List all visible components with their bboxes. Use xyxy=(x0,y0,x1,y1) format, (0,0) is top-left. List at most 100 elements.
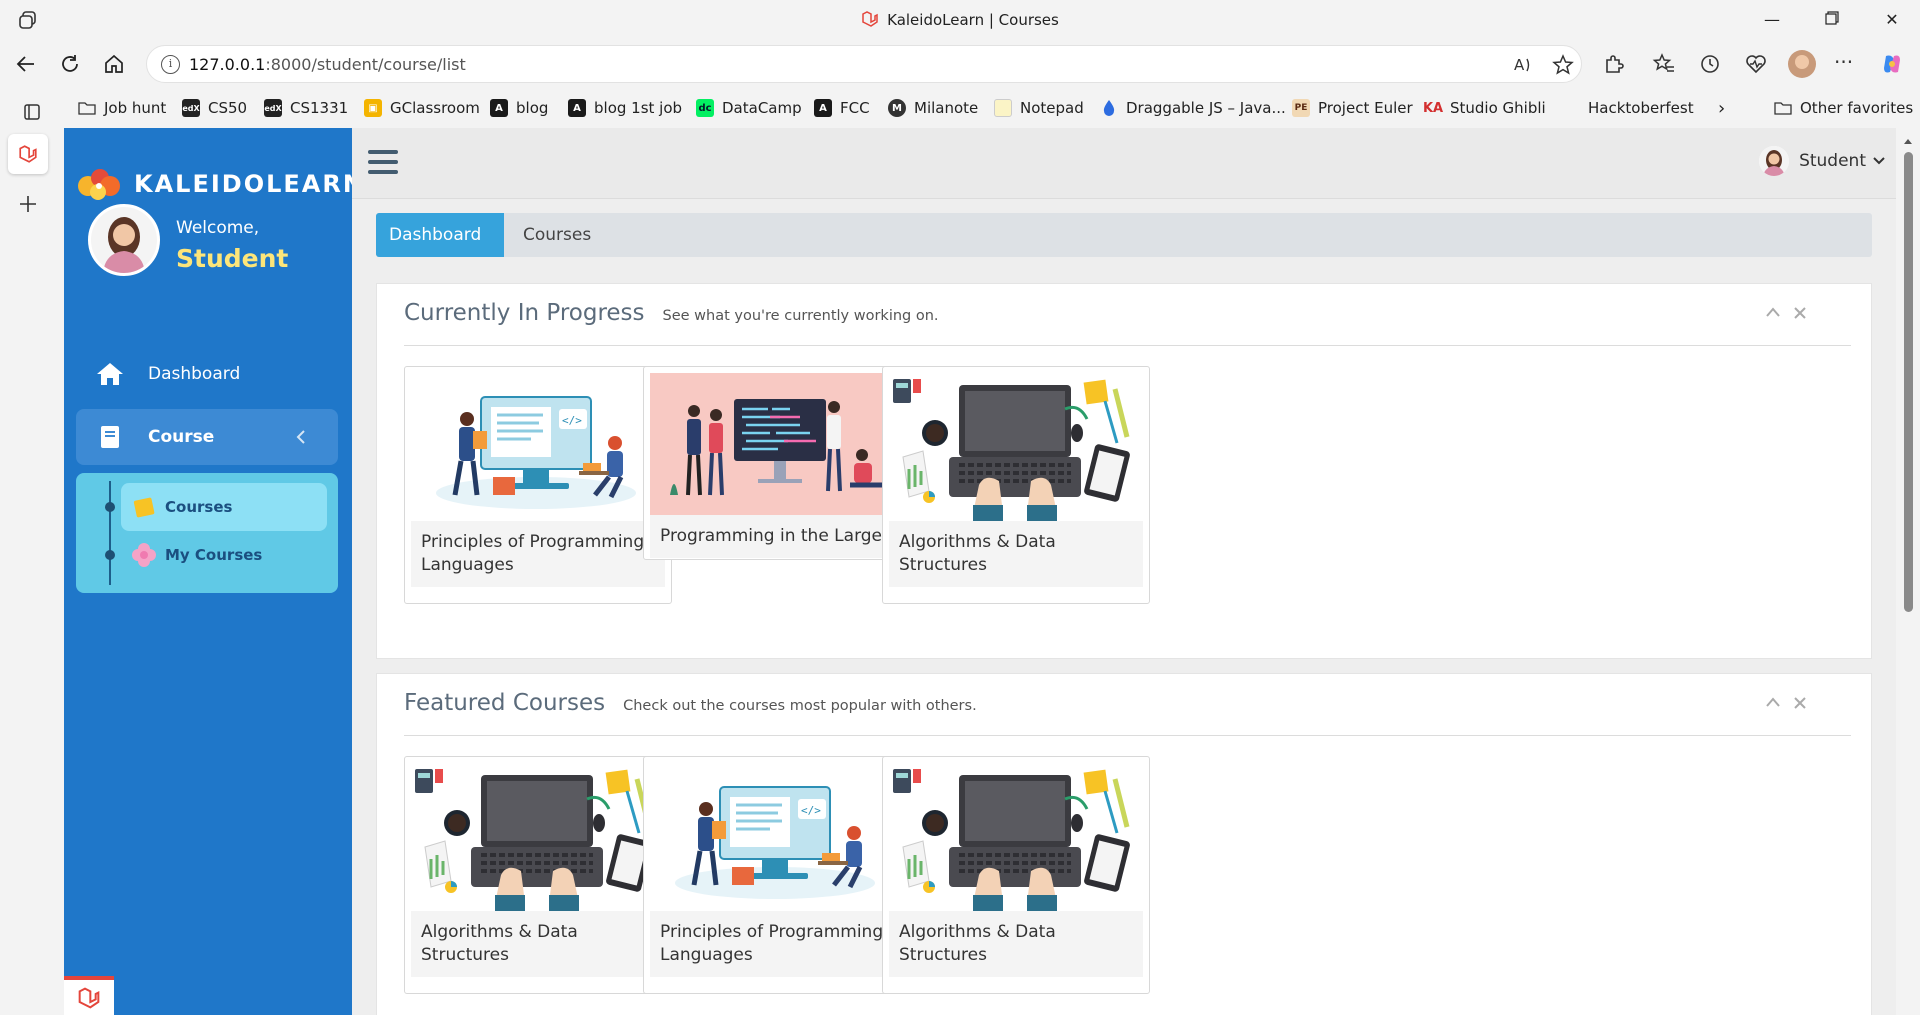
course-card[interactable]: Programming in the Large xyxy=(643,366,911,560)
course-submenu: Courses My Courses xyxy=(76,473,338,593)
home-icon xyxy=(94,358,126,390)
collapse-chevron-up-icon[interactable] xyxy=(1765,696,1781,708)
sidebar-item-my-courses[interactable]: My Courses xyxy=(121,531,327,579)
sidebar-item-dashboard[interactable]: Dashboard xyxy=(76,346,338,402)
course-card-title: Algorithms & Data Structures xyxy=(889,521,1143,587)
brand-logo[interactable]: KALEIDOLEARN xyxy=(76,164,365,204)
google-classroom-icon: ▣ xyxy=(364,99,382,117)
chevron-down-icon xyxy=(1873,157,1885,165)
user-menu[interactable]: Student xyxy=(1759,146,1886,176)
svg-text:</>: </> xyxy=(562,414,582,427)
freecodecamp-icon: A xyxy=(814,99,832,117)
kaleidolearn-logo-icon xyxy=(78,169,120,200)
sidebar-item-label: My Courses xyxy=(165,546,263,564)
submenu-line xyxy=(109,481,111,585)
laravel-icon xyxy=(78,987,100,1008)
close-window-button[interactable]: ✕ xyxy=(1868,6,1916,34)
course-card[interactable]: </> Principles of Programming Languages xyxy=(404,366,672,604)
course-card[interactable]: Algorithms & Data Structures xyxy=(882,366,1150,604)
sticky-note-icon xyxy=(131,494,157,520)
top-navbar: Student xyxy=(352,128,1920,199)
favorite-studio-ghibli[interactable]: KA Studio Ghibli xyxy=(1423,96,1546,120)
favorites-bar: Job hunt edX CS50 edX CS1331 ▣ GClassroom A… xyxy=(0,88,1920,128)
featured-courses-panel: Featured Courses Check out the courses m… xyxy=(376,673,1872,1015)
history-icon[interactable] xyxy=(1698,52,1722,76)
favorite-datacamp[interactable]: dc DataCamp xyxy=(696,96,802,120)
new-tab-button[interactable] xyxy=(8,184,48,224)
refresh-button[interactable] xyxy=(54,48,86,80)
favorite-hacktoberfest[interactable]: Hacktoberfest xyxy=(1562,96,1694,120)
extensions-icon[interactable] xyxy=(1602,52,1626,76)
minimize-button[interactable]: — xyxy=(1748,6,1796,34)
breadcrumb: Dashboard Courses xyxy=(376,213,1872,257)
browser-essentials-icon[interactable] xyxy=(1744,52,1768,76)
sidebar-item-course[interactable]: Course xyxy=(76,409,338,465)
course-card-title: Programming in the Large xyxy=(650,515,904,558)
url-text[interactable]: 127.0.0.1:8000/student/course/list xyxy=(189,55,466,74)
back-arrow-icon xyxy=(16,56,34,72)
copilot-icon[interactable] xyxy=(1880,52,1904,76)
breadcrumb-arrow xyxy=(492,213,504,257)
browser-titlebar: KaleidoLearn | Courses — ✕ xyxy=(0,0,1920,40)
course-card[interactable]: Algorithms & Data Structures xyxy=(404,756,672,994)
close-icon[interactable] xyxy=(1793,696,1807,710)
scroll-up-arrow-icon[interactable] xyxy=(1896,134,1920,148)
favorite-job-hunt[interactable]: Job hunt xyxy=(78,96,166,120)
favorite-cs1331[interactable]: edX CS1331 xyxy=(264,96,348,120)
favorite-star-icon[interactable] xyxy=(1551,53,1575,77)
laravel-debug-tab[interactable] xyxy=(64,976,114,1015)
course-card-title: Algorithms & Data Structures xyxy=(411,911,665,977)
home-button[interactable] xyxy=(98,48,130,80)
sidebar-item-label: Courses xyxy=(165,498,233,516)
maximize-button[interactable] xyxy=(1808,6,1856,34)
favorite-milanote[interactable]: M Milanote xyxy=(888,96,978,120)
notepad-icon xyxy=(994,99,1012,117)
back-button[interactable] xyxy=(10,48,42,80)
laptop-desk-illustration xyxy=(889,373,1143,521)
more-options-icon[interactable]: ··· xyxy=(1834,52,1858,76)
submenu-dot xyxy=(105,550,115,560)
sidebar-item-courses[interactable]: Courses xyxy=(121,483,327,531)
close-icon[interactable] xyxy=(1793,306,1807,320)
favorite-draggable-js[interactable]: Draggable JS – Java... xyxy=(1100,96,1286,120)
breadcrumb-dashboard[interactable]: Dashboard xyxy=(376,213,504,257)
profile-avatar[interactable] xyxy=(1788,50,1816,78)
panel-header: Currently In Progress See what you're cu… xyxy=(404,300,939,326)
url-bar[interactable]: i 127.0.0.1:8000/student/course/list A xyxy=(146,45,1582,83)
other-favorites[interactable]: Other favorites xyxy=(1774,96,1913,120)
developer-at-computer-illustration: </> xyxy=(411,373,665,521)
site-info-icon[interactable]: i xyxy=(161,55,180,74)
favorite-blog[interactable]: Ablog xyxy=(490,96,548,120)
course-card-title: Algorithms & Data Structures xyxy=(889,911,1143,977)
favorite-fcc[interactable]: A FCC xyxy=(814,96,870,120)
avatar-image xyxy=(91,207,157,273)
student-avatar xyxy=(88,204,160,276)
edx-icon: edX xyxy=(264,99,282,117)
sidebar-item-label: Course xyxy=(148,427,215,447)
course-card[interactable]: Algorithms & Data Structures xyxy=(882,756,1150,994)
favorites-overflow-chevron-icon[interactable]: › xyxy=(1718,96,1725,120)
panel-tools xyxy=(1765,696,1807,710)
favorite-notepad[interactable]: Notepad xyxy=(994,96,1084,120)
hamburger-menu-icon[interactable] xyxy=(368,150,398,176)
read-aloud-icon[interactable]: A xyxy=(1511,53,1535,77)
collapse-chevron-up-icon[interactable] xyxy=(1765,306,1781,318)
favorite-project-euler[interactable]: PE Project Euler xyxy=(1292,96,1413,120)
active-tab-kaleidolearn[interactable] xyxy=(8,134,48,174)
edx-icon: edX xyxy=(182,99,200,117)
panel-subtitle: Check out the courses most popular with … xyxy=(623,698,977,714)
page-scrollbar[interactable] xyxy=(1896,128,1920,1015)
course-card[interactable]: </> Principles of Programming Languages xyxy=(643,756,911,994)
favorite-cs50[interactable]: edX CS50 xyxy=(182,96,247,120)
tab-actions-button[interactable] xyxy=(12,92,52,132)
favorite-gclassroom[interactable]: ▣ GClassroom xyxy=(364,96,480,120)
favorites-icon[interactable] xyxy=(1652,52,1676,76)
panel-title: Currently In Progress xyxy=(404,300,645,326)
favorite-blog-1st-job[interactable]: Ablog 1st job xyxy=(568,96,682,120)
welcome-text: Welcome, xyxy=(176,218,260,238)
book-icon xyxy=(94,421,126,453)
chevron-left-icon xyxy=(296,430,305,444)
scrollbar-thumb[interactable] xyxy=(1904,152,1913,612)
tab-actions-icon xyxy=(24,104,40,120)
address-toolbar: i 127.0.0.1:8000/student/course/list A ·… xyxy=(0,40,1920,88)
